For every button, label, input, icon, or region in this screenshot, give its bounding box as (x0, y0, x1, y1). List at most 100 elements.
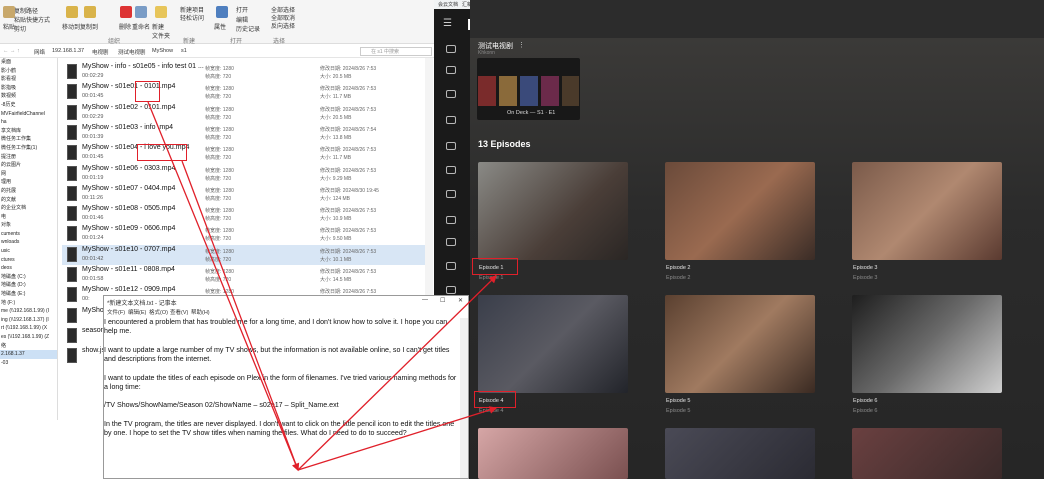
maximize-button[interactable]: ☐ (440, 297, 445, 304)
more-options-icon[interactable]: ⋮ (518, 41, 525, 49)
nav-item[interactable]: deos (0, 264, 57, 273)
nav-item[interactable]: rt (\\192.168.1.99) (X (0, 324, 57, 333)
bookmark-item[interactable]: 会云文档 (438, 1, 458, 8)
close-button[interactable]: ✕ (458, 297, 463, 304)
file-row[interactable]: MyShow - info - s01e05 - info test 01 ..… (62, 62, 432, 82)
library-icon[interactable] (446, 166, 456, 174)
library-icon[interactable] (446, 190, 456, 198)
episode-thumbnail[interactable] (665, 295, 815, 393)
minimize-button[interactable]: — (422, 297, 428, 303)
file-row[interactable]: MyShow - s01e11 - 0808.mp4 00:01:58 帧宽度: 1… (62, 265, 432, 285)
nav-item[interactable]: ctures (0, 256, 57, 265)
notepad-scrollbar[interactable] (460, 318, 468, 478)
episode-title[interactable]: Episode 5 (666, 398, 690, 404)
file-row[interactable]: MyShow - s01e10 - 0707.mp4 00:01:42 帧宽度: 1… (62, 244, 432, 265)
nav-item[interactable]: 的托展 (0, 187, 57, 196)
menu-view[interactable]: 查看(V) (170, 308, 188, 316)
episode-title[interactable]: Episode 3 (853, 265, 877, 271)
nav-item[interactable]: 数视频 (0, 92, 57, 101)
nav-item[interactable]: ing (\\192.168.1.37) (I (0, 316, 57, 325)
episode-thumb[interactable] (665, 428, 815, 479)
library-icon[interactable] (446, 216, 456, 224)
nav-item[interactable]: 地磁盘 (C:) (0, 273, 57, 282)
file-row[interactable]: MyShow - s01e08 - 0505.mp4 00:01:46 帧宽度: 1… (62, 204, 432, 224)
nav-item[interactable]: 地 (F:) (0, 299, 57, 308)
breadcrumb-network[interactable]: 网络 (34, 48, 45, 56)
notepad-text-area[interactable]: I encountered a problem that has trouble… (104, 318, 462, 448)
file-row[interactable]: MyShow - s01e02 - 0101.mp4 00:02:29 帧宽度: 1… (62, 103, 432, 123)
nav-item[interactable]: 地磁盘 (D:) (0, 281, 57, 290)
episode-thumbnail[interactable] (852, 295, 1002, 393)
search-box[interactable]: 在 s1 中搜索 (360, 47, 432, 56)
easy-access-button[interactable]: 轻松访问 (180, 13, 204, 22)
episode-thumb[interactable] (852, 428, 1002, 479)
file-row[interactable]: MyShow - s01e04 - i love you.mp4 00:01:45… (62, 143, 432, 163)
episode-thumbnail[interactable] (665, 162, 815, 260)
breadcrumb-tv[interactable]: 电视剧 (92, 48, 109, 56)
rename-button[interactable]: 重命名 (132, 22, 150, 31)
properties-button[interactable]: 属性 (214, 22, 226, 31)
file-row[interactable]: MyShow - s01e09 - 0606.mp4 00:01:24 帧宽度: 1… (62, 224, 432, 244)
nav-item[interactable]: 对象 (0, 221, 57, 230)
library-icon[interactable] (446, 262, 456, 270)
library-icon[interactable] (446, 142, 456, 150)
nav-item[interactable]: 网 (0, 170, 57, 179)
breadcrumb-test-tv[interactable]: 测试电视剧 (118, 48, 146, 56)
nav-item[interactable]: 的企业文档 (0, 204, 57, 213)
edit-button[interactable]: 编辑 (236, 15, 248, 24)
nav-item[interactable]: 电 (0, 213, 57, 222)
library-icon[interactable] (446, 116, 456, 124)
menu-file[interactable]: 文件(F) (107, 308, 125, 316)
episode-title[interactable]: Episode 2 (666, 265, 690, 271)
back-arrow-icon[interactable]: ← → ↑ (3, 48, 20, 54)
move-to-button[interactable]: 移动到 (62, 22, 80, 31)
nav-item[interactable]: 影小鹤 (0, 67, 57, 76)
nav-item[interactable]: 提注册 (0, 153, 57, 162)
nav-item[interactable]: 微任务工作集 (0, 135, 57, 144)
nav-item[interactable]: me (\\192.168.1.99) (I (0, 307, 57, 316)
nav-item[interactable]: 地磁盘 (E:) (0, 290, 57, 299)
nav-item[interactable]: 微任务工作集(1) (0, 144, 57, 153)
nav-item[interactable]: ha (0, 118, 57, 127)
copy-to-button[interactable]: 复制到 (80, 22, 98, 31)
menu-icon[interactable]: ☰ (443, 18, 452, 29)
invert-selection-button[interactable]: 反向选择 (271, 21, 295, 30)
file-row[interactable]: MyShow - s01e07 - 0404.mp4 00:11:26 帧宽度: 1… (62, 184, 432, 204)
file-row[interactable]: MyShow - s01e01 - 0101.mp4 00:01:45 帧宽度: 1… (62, 82, 432, 102)
library-icon[interactable] (446, 286, 456, 294)
nav-item[interactable]: 桌面 (0, 58, 57, 67)
new-folder-button[interactable]: 新建 文件夹 (152, 22, 170, 40)
menu-help[interactable]: 帮助(H) (191, 308, 210, 316)
history-button[interactable]: 历史记录 (236, 24, 260, 33)
nav-item[interactable]: -03 (0, 359, 57, 368)
episode-thumbnail[interactable] (852, 162, 1002, 260)
nav-item[interactable]: 理用 (0, 178, 57, 187)
library-icon[interactable] (446, 238, 456, 246)
delete-button[interactable]: 删除 (119, 22, 131, 31)
file-row[interactable]: MyShow - s01e06 - 0303.mp4 00:01:19 帧宽度: 1… (62, 164, 432, 184)
nav-item[interactable]: MVFairfieldChannel (0, 110, 57, 119)
nav-item[interactable]: 享文档库 (0, 127, 57, 136)
nav-item[interactable]: 影看视 (0, 75, 57, 84)
nav-item[interactable]: 络 (0, 342, 57, 351)
library-icon[interactable] (446, 66, 456, 74)
nav-item[interactable]: usic (0, 247, 57, 256)
episode-thumbnail[interactable] (478, 295, 628, 393)
nav-item[interactable]: 的文献 (0, 196, 57, 205)
nav-item[interactable]: -8历史 (0, 101, 57, 110)
address-bar[interactable]: ← → ↑ 网络 192.168.1.37 电视剧 测试电视剧 MyShow s… (0, 46, 434, 58)
episode-thumb[interactable] (478, 428, 628, 479)
copy-path-button[interactable]: 复制路径 (14, 6, 38, 15)
nav-item[interactable]: es (\\192.168.1.99) (Z (0, 333, 57, 342)
episode-thumbnail[interactable] (478, 162, 628, 260)
breadcrumb-s1[interactable]: s1 (181, 48, 187, 54)
open-button[interactable]: 打开 (236, 5, 248, 14)
nav-item[interactable]: 影指吸 (0, 84, 57, 93)
library-icon[interactable] (446, 90, 456, 98)
breadcrumb-myshow[interactable]: MyShow (152, 48, 173, 54)
menu-edit[interactable]: 编辑(E) (128, 308, 146, 316)
nav-item[interactable]: cuments (0, 230, 57, 239)
nav-item[interactable]: 的云图片 (0, 161, 57, 170)
menu-format[interactable]: 格式(O) (149, 308, 168, 316)
nav-item[interactable]: wnloads (0, 238, 57, 247)
